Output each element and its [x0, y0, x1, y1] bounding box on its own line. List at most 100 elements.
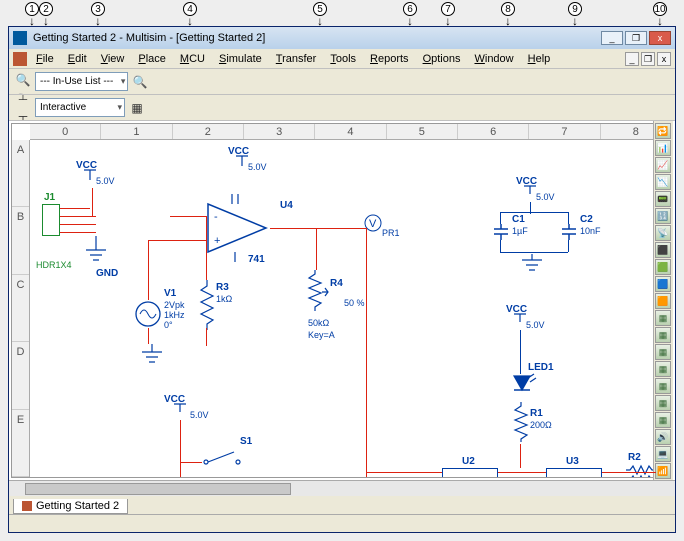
instrument-button[interactable]: ▦ [655, 310, 671, 326]
instrument-button[interactable]: 🟧 [655, 293, 671, 309]
instrument-button[interactable]: ▦ [655, 412, 671, 428]
component-s1-switch[interactable] [202, 450, 242, 466]
component-u3[interactable] [546, 468, 602, 478]
callout-3: 3↓ [88, 2, 108, 26]
component-r3[interactable] [200, 280, 214, 330]
r4-percent: 50 % [344, 298, 365, 308]
instrument-button[interactable]: 💻 [655, 446, 671, 462]
component-c2[interactable] [560, 224, 578, 242]
menu-view[interactable]: View [94, 51, 132, 67]
menu-place[interactable]: Place [131, 51, 173, 67]
menu-mcu[interactable]: MCU [173, 51, 212, 67]
instrument-button[interactable]: 🔢 [655, 208, 671, 224]
refdes-c1: C1 [512, 214, 525, 225]
status-bar [9, 514, 675, 532]
instrument-button[interactable]: 🟦 [655, 276, 671, 292]
refdes-r2: R2 [628, 452, 641, 463]
refdes-c2: C2 [580, 214, 593, 225]
r1-value: 200Ω [530, 420, 552, 430]
component-r4-pot[interactable] [308, 270, 328, 316]
ground-symbol [84, 236, 108, 266]
tab-icon [22, 501, 32, 511]
refdes-j1: J1 [44, 192, 55, 203]
menu-options[interactable]: Options [416, 51, 468, 67]
callout-4: 4↓ [180, 2, 200, 26]
instruments-toolbar: 🔁📊📈📉📟🔢📡⬛🟩🟦🟧▦▦▦▦▦▦▦🔊💻📶🧰dʃ [653, 121, 673, 480]
mdi-minimize-button[interactable]: _ [625, 52, 639, 66]
instrument-button[interactable]: ▦ [655, 361, 671, 377]
component-j1[interactable] [42, 204, 60, 236]
tab-label: Getting Started 2 [36, 500, 119, 512]
components-toolbar: ⏚≈↯⊟⊞◇D◐MISC⊡Y⌁⊥⟂╧⊥┬⊕⊐♪◉Ø◉◌✦◉∅▶‖■✎ Inter… [9, 95, 675, 121]
menu-edit[interactable]: Edit [61, 51, 94, 67]
toolbar-button[interactable]: ⊥ [13, 95, 33, 106]
menu-tools[interactable]: Tools [323, 51, 363, 67]
schematic-canvas[interactable]: VCC 5.0V J1 HDR1X4 GND VCC [30, 140, 672, 477]
instrument-button[interactable]: 📈 [655, 157, 671, 173]
toolbar-button[interactable]: 🔍 [130, 72, 150, 92]
toolbar-button[interactable]: ┬ [13, 106, 33, 122]
close-button[interactable]: x [649, 31, 671, 45]
r4-key: Key=A [308, 330, 335, 340]
component-led1[interactable] [510, 374, 534, 398]
simulation-mode-combo[interactable]: Interactive [35, 98, 125, 117]
v1-amplitude: 2Vpk [164, 300, 185, 310]
mdi-close-button[interactable]: x [657, 52, 671, 66]
app-icon [13, 31, 27, 45]
voltage-label-4: 5.0V [526, 320, 545, 330]
toolbar-button[interactable]: 🔍 [13, 70, 33, 90]
maximize-button[interactable]: ❐ [625, 31, 647, 45]
instrument-button[interactable]: ▦ [655, 378, 671, 394]
instrument-button[interactable]: ▦ [655, 395, 671, 411]
refdes-v1: V1 [164, 288, 176, 299]
menu-window[interactable]: Window [467, 51, 520, 67]
menu-transfer[interactable]: Transfer [269, 51, 324, 67]
instrument-button[interactable]: 📶 [655, 463, 671, 479]
canvas-area: 012345678 ABCDE VCC 5.0V J1 HDR1X4 GND [11, 123, 673, 478]
in-use-list-combo[interactable]: --- In-Use List --- [35, 72, 128, 91]
window-title: Getting Started 2 - Multisim - [Getting … [33, 32, 265, 44]
voltage-label-2: 5.0V [248, 162, 267, 172]
instrument-button[interactable]: 📡 [655, 225, 671, 241]
svg-text:V: V [369, 218, 377, 230]
v1-phase: 0° [164, 320, 173, 330]
menu-reports[interactable]: Reports [363, 51, 416, 67]
svg-text:+: + [214, 235, 220, 247]
menu-simulate[interactable]: Simulate [212, 51, 269, 67]
toolbar-button[interactable]: ▦ [127, 98, 147, 118]
component-u2[interactable] [442, 468, 498, 478]
component-r1[interactable] [514, 402, 528, 446]
r4-value: 50kΩ [308, 318, 329, 328]
s1-key: Key = Space [198, 476, 249, 478]
tab-getting-started-2[interactable]: Getting Started 2 [13, 499, 128, 514]
component-u4-opamp[interactable]: - + [202, 198, 274, 258]
ruler-horizontal: 012345678 [30, 124, 672, 140]
instrument-button[interactable]: 📟 [655, 191, 671, 207]
c2-value: 10nF [580, 226, 601, 236]
callout-9: 9↓ [565, 2, 585, 26]
refdes-r4: R4 [330, 278, 343, 289]
minimize-button[interactable]: _ [601, 31, 623, 45]
refdes-r1: R1 [530, 408, 543, 419]
menu-file[interactable]: File [29, 51, 61, 67]
instrument-button[interactable]: 🔊 [655, 429, 671, 445]
instrument-button[interactable]: 📊 [655, 140, 671, 156]
instrument-button[interactable]: 🟩 [655, 259, 671, 275]
voltage-label-1: 5.0V [96, 176, 115, 186]
mdi-maximize-button[interactable]: ❐ [641, 52, 655, 66]
instrument-button[interactable]: ⬛ [655, 242, 671, 258]
instrument-button[interactable]: ▦ [655, 344, 671, 360]
horizontal-scrollbar[interactable] [9, 480, 675, 496]
component-c1[interactable] [492, 224, 510, 242]
menu-help[interactable]: Help [521, 51, 558, 67]
part-741: 741 [248, 254, 265, 265]
instrument-button[interactable]: 🔁 [655, 123, 671, 139]
component-v1-source[interactable] [134, 300, 162, 328]
workspace: 012345678 ABCDE VCC 5.0V J1 HDR1X4 GND [9, 121, 675, 480]
refdes-u2: U2 [462, 456, 475, 467]
refdes-u4: U4 [280, 200, 293, 211]
instrument-button[interactable]: 📉 [655, 174, 671, 190]
window-controls: _ ❐ x [601, 31, 671, 45]
instrument-button[interactable]: ▦ [655, 327, 671, 343]
refdes-led1: LED1 [528, 362, 554, 373]
